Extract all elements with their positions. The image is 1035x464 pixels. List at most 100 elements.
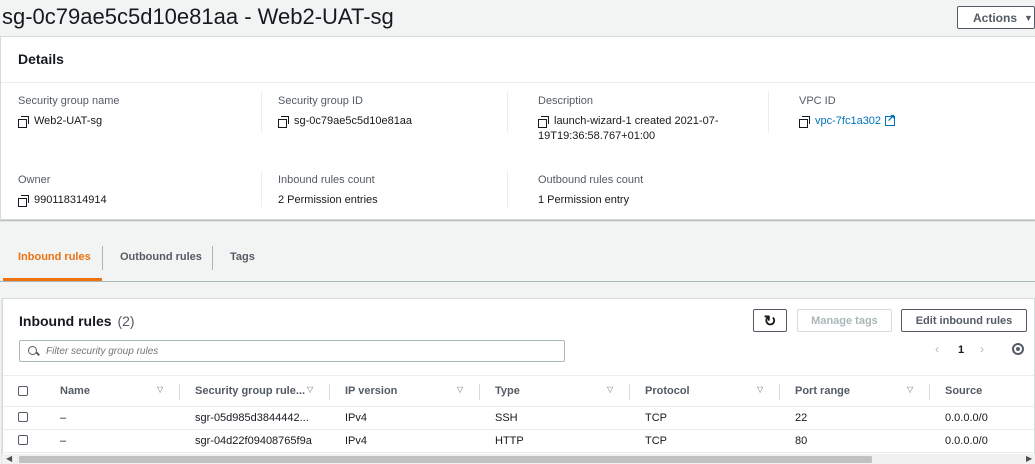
description-line-1: launch-wizard-1 created 2021-07- — [554, 115, 719, 127]
sort-icon[interactable]: ▽ — [457, 385, 463, 394]
tab-bar: Inbound rules Outbound rules Tags — [0, 240, 1035, 282]
field-label: Inbound rules count — [278, 174, 375, 186]
column-resizer[interactable] — [329, 384, 330, 400]
previous-page-icon[interactable]: ‹ — [935, 342, 939, 356]
external-link-icon[interactable] — [885, 111, 895, 126]
column-resizer[interactable] — [929, 384, 930, 400]
field-value: 990118314914 — [18, 193, 107, 208]
field-label: Owner — [18, 174, 51, 186]
table-row[interactable]: – sgr-05d985d3844442... IPv4 SSH TCP 22 … — [3, 407, 1034, 430]
outbound-count-value: 1 Permission entry — [538, 194, 630, 206]
cell-type: SSH — [495, 412, 518, 424]
sort-icon[interactable]: ▽ — [607, 385, 613, 394]
column-header-source[interactable]: Source — [945, 385, 982, 397]
field-label: Outbound rules count — [538, 174, 644, 186]
sg-id-value: sg-0c79ae5c5d10e81aa — [294, 115, 413, 127]
field-inbound-rules-count: Inbound rules count 2 Permission entries — [278, 174, 378, 208]
details-heading: Details — [1, 37, 1035, 83]
field-label: Description — [538, 95, 594, 107]
copy-icon[interactable] — [18, 116, 29, 128]
details-panel: Details Security group name Web2-UAT-sg … — [0, 36, 1035, 220]
sort-icon[interactable]: ▽ — [757, 385, 763, 394]
column-divider — [261, 171, 262, 207]
sort-icon[interactable]: ▽ — [907, 385, 913, 394]
row-checkbox[interactable] — [18, 412, 28, 422]
horizontal-scrollbar[interactable]: ◀ ▶ — [2, 454, 1035, 464]
field-label: Security group ID — [278, 95, 363, 107]
next-page-icon[interactable]: › — [980, 342, 984, 356]
cell-ip-version: IPv4 — [345, 435, 368, 447]
inbound-rules-title: Inbound rules — [19, 313, 112, 329]
cell-port-range: 80 — [795, 435, 808, 447]
field-label: Security group name — [18, 95, 120, 107]
copy-icon[interactable] — [18, 195, 29, 207]
caret-down-icon: ▼ — [1024, 12, 1033, 23]
column-header-ip-version[interactable]: IP version — [345, 385, 397, 397]
copy-icon[interactable] — [799, 116, 810, 128]
page-title: sg-0c79ae5c5d10e81aa - Web2-UAT-sg — [2, 4, 394, 29]
tab-outbound-rules[interactable]: Outbound rules — [120, 251, 202, 263]
cell-protocol: TCP — [645, 412, 667, 424]
actions-button[interactable]: Actions ▼ — [957, 6, 1035, 29]
vpc-link[interactable]: vpc-7fc1a302 — [815, 114, 881, 129]
tab-inbound-rules[interactable]: Inbound rules — [18, 251, 91, 263]
column-divider — [507, 92, 508, 132]
select-all-checkbox[interactable] — [18, 386, 28, 396]
security-group-detail-page: sg-0c79ae5c5d10e81aa - Web2-UAT-sg Actio… — [0, 0, 1035, 464]
cell-rule-id: sgr-04d22f09408765f9a — [195, 435, 312, 447]
column-header-protocol[interactable]: Protocol — [645, 385, 690, 397]
manage-tags-button[interactable]: Manage tags — [797, 309, 892, 332]
field-owner: Owner 990118314914 — [18, 174, 107, 208]
gear-icon[interactable] — [1012, 343, 1024, 355]
page-number[interactable]: 1 — [958, 344, 964, 356]
tab-divider — [102, 246, 103, 270]
scroll-right-icon[interactable]: ▶ — [1026, 454, 1032, 463]
field-label: VPC ID — [799, 95, 836, 107]
cell-rule-id: sgr-05d985d3844442... — [195, 412, 309, 424]
column-resizer[interactable] — [629, 384, 630, 400]
copy-icon[interactable] — [278, 116, 289, 128]
column-divider — [261, 92, 262, 132]
refresh-button[interactable]: ↻ — [753, 309, 787, 332]
column-header-type[interactable]: Type — [495, 385, 520, 397]
tab-divider — [212, 246, 213, 270]
sort-icon[interactable]: ▽ — [157, 385, 163, 394]
active-tab-indicator — [3, 278, 102, 281]
column-divider — [507, 171, 508, 207]
tab-tags[interactable]: Tags — [230, 251, 255, 263]
row-checkbox[interactable] — [18, 435, 28, 445]
sort-icon[interactable]: ▽ — [307, 385, 313, 394]
scroll-left-icon[interactable]: ◀ — [6, 454, 12, 463]
column-divider — [768, 92, 769, 132]
field-value: Web2-UAT-sg — [18, 114, 120, 129]
inbound-count-value: 2 Permission entries — [278, 194, 378, 206]
copy-icon[interactable] — [538, 116, 549, 128]
column-resizer[interactable] — [479, 384, 480, 400]
scrollbar-thumb[interactable] — [19, 456, 872, 463]
column-resizer[interactable] — [779, 384, 780, 400]
inbound-rules-panel: Inbound rules (2) ↻ Manage tags Edit inb… — [2, 298, 1035, 464]
cell-source: 0.0.0.0/0 — [945, 435, 988, 447]
table-row[interactable]: – sgr-04d22f09408765f9a IPv4 HTTP TCP 80… — [3, 430, 1034, 453]
field-security-group-id: Security group ID sg-0c79ae5c5d10e81aa — [278, 95, 412, 129]
inbound-rules-count: (2) — [117, 313, 135, 329]
search-icon — [28, 345, 39, 357]
cell-name: – — [60, 435, 67, 447]
column-resizer[interactable] — [179, 384, 180, 400]
column-header-port-range[interactable]: Port range — [795, 385, 850, 397]
refresh-icon: ↻ — [763, 312, 777, 330]
cell-name: – — [60, 412, 67, 424]
field-description: Description launch-wizard-1 created 2021… — [538, 95, 718, 144]
field-value: sg-0c79ae5c5d10e81aa — [278, 114, 412, 129]
column-header-name[interactable]: Name — [60, 385, 90, 397]
sg-name-value: Web2-UAT-sg — [34, 115, 103, 127]
field-vpc-id: VPC ID vpc-7fc1a302 — [799, 95, 895, 129]
cell-type: HTTP — [495, 435, 524, 447]
cell-port-range: 22 — [795, 412, 808, 424]
cell-ip-version: IPv4 — [345, 412, 368, 424]
filter-field[interactable] — [19, 340, 565, 362]
filter-input[interactable] — [46, 345, 546, 357]
edit-inbound-rules-button[interactable]: Edit inbound rules — [901, 309, 1027, 332]
column-header-rule-id[interactable]: Security group rule... — [195, 385, 305, 397]
owner-value: 990118314914 — [34, 194, 107, 206]
